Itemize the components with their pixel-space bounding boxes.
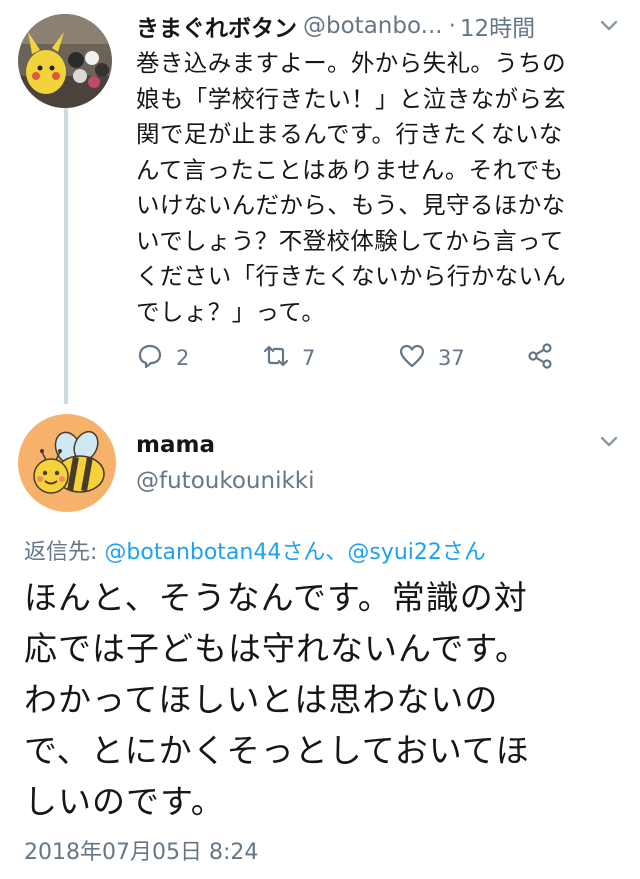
display-name[interactable]: きまぐれボタン	[136, 9, 297, 43]
reply-user-handle[interactable]: @futoukounikki	[136, 468, 315, 494]
mention-link[interactable]: @botanbotan44さん	[104, 540, 325, 565]
share-icon	[526, 342, 554, 375]
mention-separator: 、	[325, 540, 348, 565]
retweet-button[interactable]: 7	[262, 338, 315, 378]
tweet-time[interactable]: 12時間	[460, 9, 535, 43]
avatar-mama[interactable]	[18, 414, 116, 512]
reply-button[interactable]: 2	[136, 338, 189, 378]
reply-count: 2	[176, 346, 190, 370]
reply-tweet-text: ほんと、そうなんです。常識の対 応では子どもは守れないんです。 わかってほしいと…	[24, 578, 530, 821]
tweet-text: 巻き込みますよー。外から失礼。うちの 娘も「学校行きたい！」と泣きながら玄 関で…	[136, 49, 567, 326]
chevron-down-icon[interactable]	[598, 14, 620, 36]
replying-to: 返信先: @botanbotan44さん、@syui22さん	[24, 534, 486, 566]
tweet-timestamp[interactable]: 2018年07月05日 8:24	[24, 834, 258, 866]
like-count: 37	[438, 346, 465, 370]
avatar-kimagure-botan[interactable]	[18, 14, 112, 108]
share-button[interactable]	[526, 338, 554, 378]
like-button[interactable]: 37	[398, 338, 465, 378]
tweet-header: きまぐれボタン @botanbo... · 12時間	[136, 8, 626, 44]
chevron-down-icon[interactable]	[598, 430, 620, 452]
reply-display-name[interactable]: mama	[136, 432, 215, 458]
replying-to-label: 返信先:	[24, 540, 105, 565]
heart-icon	[398, 342, 426, 375]
tweet-actions: 2 7 37	[136, 338, 596, 378]
reply-icon	[136, 342, 164, 375]
retweet-count: 7	[302, 346, 316, 370]
retweet-icon	[262, 342, 290, 375]
separator-dot: ·	[448, 13, 456, 39]
user-handle[interactable]: @botanbo...	[303, 13, 443, 39]
thread-connector-line	[64, 108, 68, 404]
mention-link[interactable]: @syui22さん	[347, 540, 486, 565]
